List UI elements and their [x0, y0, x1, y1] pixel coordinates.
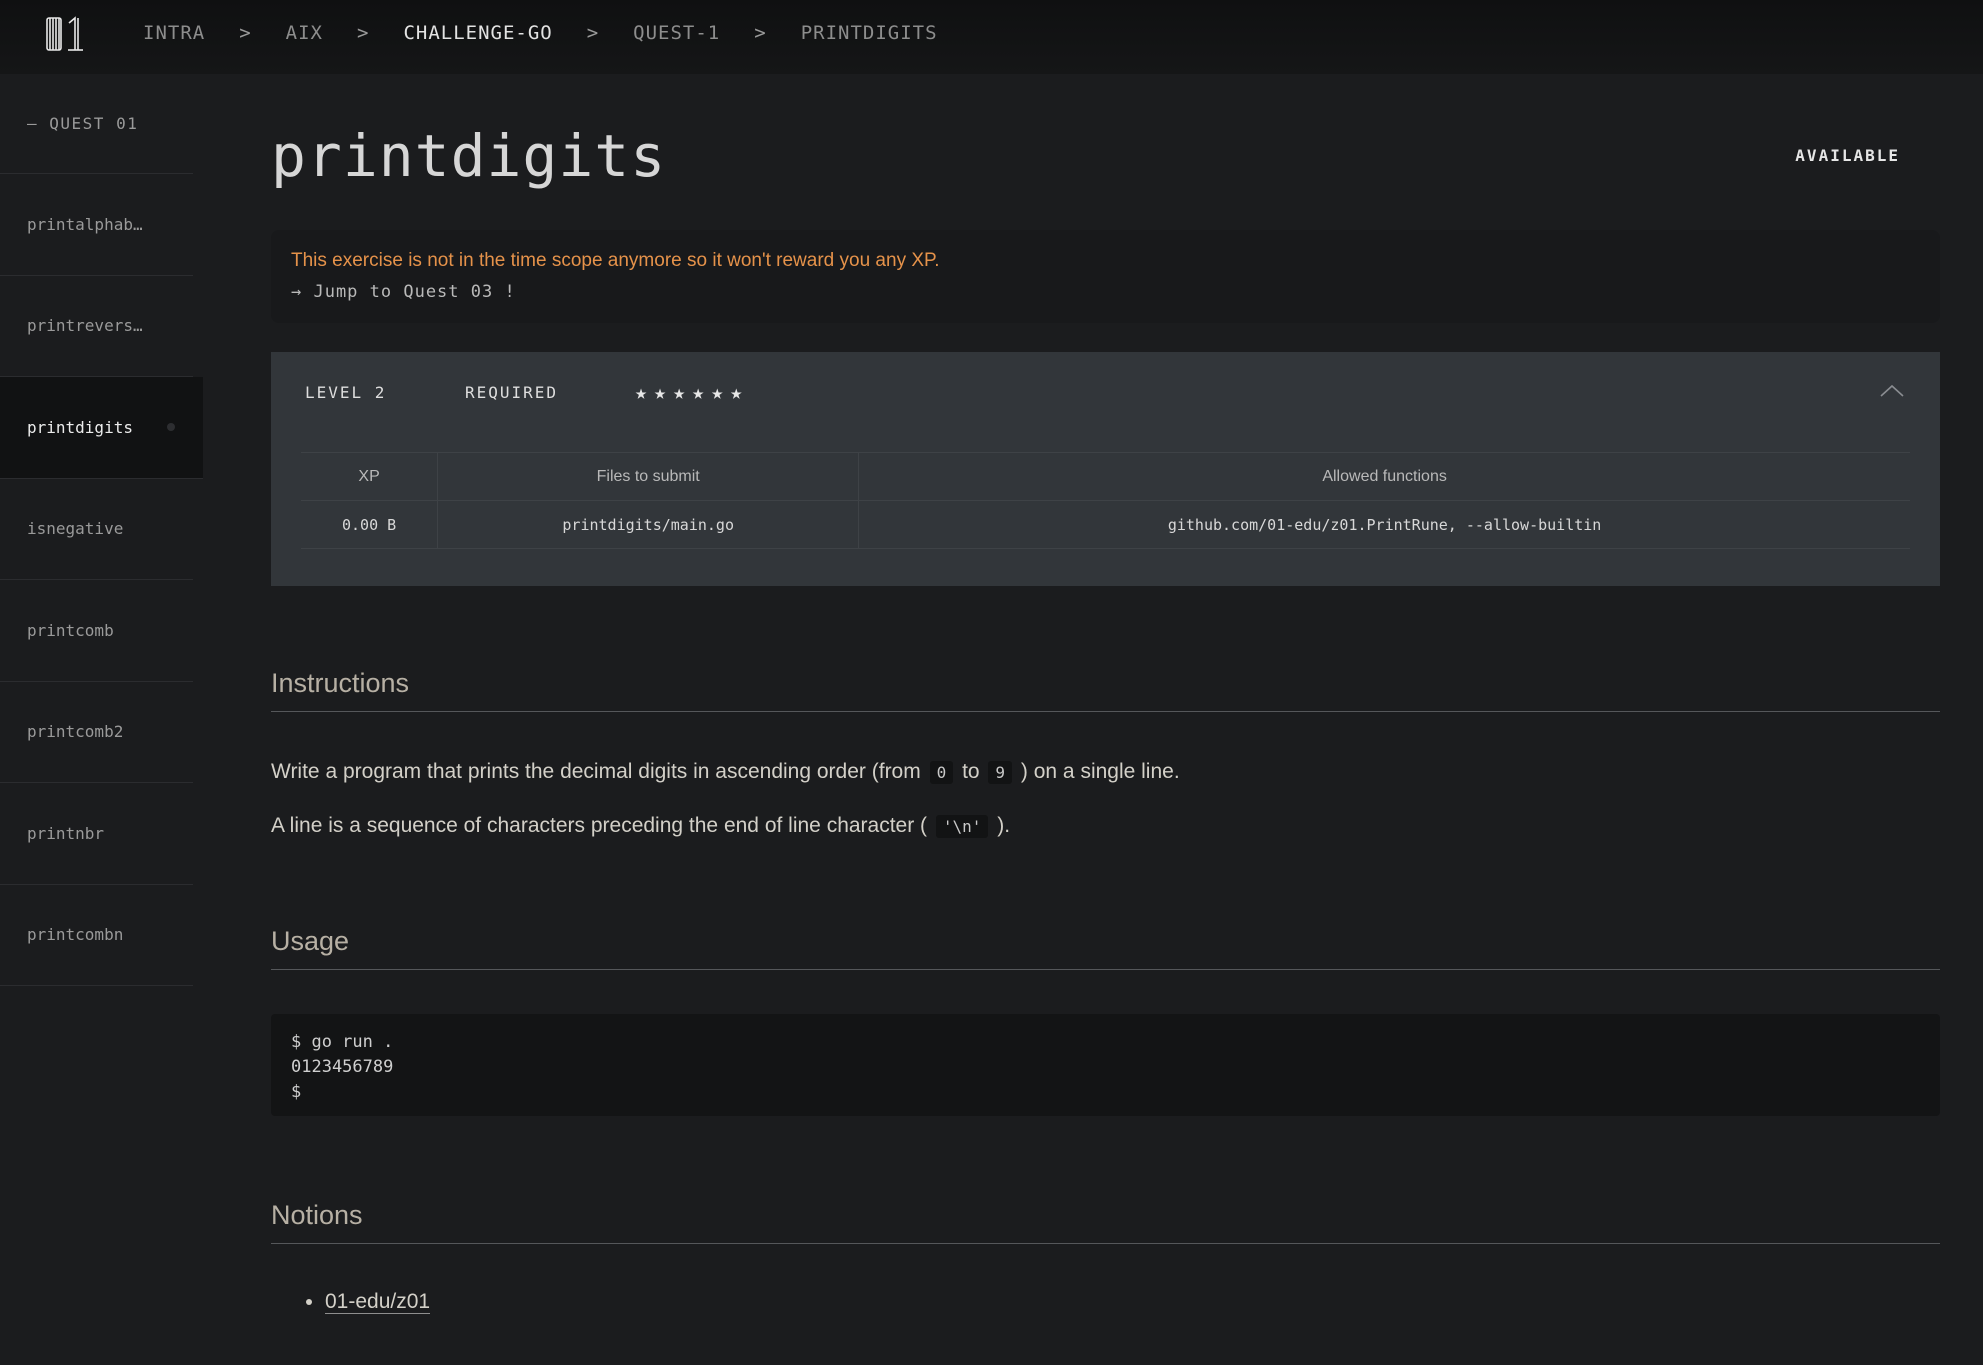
table-header-files: Files to submit	[437, 452, 859, 501]
star-icon: ★	[635, 380, 650, 404]
sidebar-item-printcombn[interactable]: printcombn	[0, 885, 193, 986]
instructions-text: ).	[997, 814, 1011, 837]
inline-code: 9	[988, 761, 1013, 784]
xp-value: 0.00 B	[301, 500, 438, 549]
breadcrumb-separator: >	[586, 22, 600, 44]
sidebar-item-printnbr[interactable]: printnbr	[0, 783, 193, 885]
inline-code: 0	[929, 761, 954, 784]
sidebar-item-label: printcomb	[27, 620, 114, 640]
breadcrumb-separator: >	[239, 22, 252, 44]
star-icon: ★	[654, 380, 669, 404]
breadcrumb: INTRA > AIX > CHALLENGE-GO > QUEST-1 > P…	[143, 22, 938, 44]
table-row: 0.00 B printdigits/main.go github.com/01…	[301, 500, 1910, 549]
instructions-text: ) on a single line.	[1020, 760, 1180, 783]
notion-link[interactable]: 01-edu/z01	[325, 1290, 431, 1314]
star-icon: ★	[711, 380, 726, 404]
star-icon: ★	[692, 380, 707, 404]
active-indicator-dot	[167, 423, 175, 432]
logo-icon[interactable]	[44, 15, 86, 53]
usage-code-block[interactable]: $ go run . 0123456789 $	[271, 1014, 1940, 1116]
difficulty-stars: ★ ★ ★ ★ ★ ★	[635, 382, 744, 402]
instructions-paragraph-1: Write a program that prints the decimal …	[271, 760, 1180, 784]
sidebar-item-printalphabet[interactable]: printalphab…	[0, 174, 193, 276]
code-line: $ go run .	[291, 1032, 394, 1052]
notions-heading: Notions	[271, 1200, 1940, 1244]
sidebar-item-label: printdigits	[27, 417, 133, 437]
top-bar: INTRA > AIX > CHALLENGE-GO > QUEST-1 > P…	[0, 0, 1983, 74]
inline-code: '\n'	[935, 815, 989, 838]
sidebar: — QUEST 01 printalphab… printrevers… pri…	[0, 74, 203, 1365]
page-title: printdigits	[271, 122, 667, 190]
table-header-allowed-functions: Allowed functions	[858, 452, 1910, 501]
exercise-info-panel: LEVEL 2 REQUIRED ★ ★ ★ ★ ★ ★ XP Files to…	[271, 352, 1940, 586]
usage-heading: Usage	[271, 926, 1940, 970]
breadcrumb-separator: >	[356, 22, 370, 44]
status-badge: AVAILABLE	[1795, 146, 1900, 165]
level-label: LEVEL 2	[305, 382, 387, 402]
breadcrumb-aix[interactable]: AIX	[286, 22, 323, 44]
breadcrumb-challenge-go[interactable]: CHALLENGE-GO	[403, 22, 552, 44]
sidebar-item-label: printrevers…	[27, 316, 143, 336]
breadcrumb-printdigits[interactable]: PRINTDIGITS	[801, 22, 938, 44]
sidebar-item-label: printcombn	[27, 925, 124, 945]
notions-list: 01-edu/z01	[299, 1290, 431, 1314]
instructions-text: Write a program that prints the decimal …	[271, 760, 921, 783]
table-header-xp: XP	[301, 452, 438, 501]
star-icon: ★	[730, 380, 745, 404]
required-label: REQUIRED	[465, 382, 559, 402]
sidebar-section-quest-01[interactable]: — QUEST 01	[0, 74, 193, 174]
breadcrumb-separator: >	[754, 22, 767, 44]
files-value: printdigits/main.go	[437, 500, 859, 549]
code-line: $	[291, 1082, 302, 1102]
instructions-heading: Instructions	[271, 668, 1940, 712]
notice-warning-text: This exercise is not in the time scope a…	[291, 250, 940, 271]
sidebar-item-isnegative[interactable]: isnegative	[0, 479, 193, 580]
code-line: 0123456789	[291, 1057, 394, 1077]
breadcrumb-quest-1[interactable]: QUEST-1	[633, 22, 720, 44]
sidebar-item-label: printnbr	[27, 823, 105, 843]
instructions-text: to	[962, 760, 980, 783]
time-scope-notice: This exercise is not in the time scope a…	[271, 230, 1940, 323]
sidebar-item-printcomb[interactable]: printcomb	[0, 580, 193, 682]
sidebar-item-label: printalphab…	[27, 214, 143, 234]
sidebar-item-printcomb2[interactable]: printcomb2	[0, 682, 193, 783]
sidebar-item-label: isnegative	[27, 519, 124, 539]
sidebar-item-printdigits[interactable]: printdigits	[0, 377, 203, 479]
table-header-row: XP Files to submit Allowed functions	[301, 452, 1910, 501]
exercise-info-table: XP Files to submit Allowed functions 0.0…	[301, 452, 1910, 549]
instructions-paragraph-2: A line is a sequence of characters prece…	[271, 814, 1010, 838]
jump-to-quest-link[interactable]: → Jump to Quest 03 !	[291, 282, 1920, 302]
instructions-text: A line is a sequence of characters prece…	[271, 814, 928, 837]
sidebar-item-label: printcomb2	[27, 722, 124, 742]
sidebar-item-printreverse[interactable]: printrevers…	[0, 276, 193, 377]
breadcrumb-intra[interactable]: INTRA	[143, 22, 205, 44]
star-icon: ★	[673, 380, 688, 404]
chevron-up-icon[interactable]	[1878, 380, 1906, 400]
list-item: 01-edu/z01	[325, 1290, 431, 1314]
allowed-functions-value: github.com/01-edu/z01.PrintRune, --allow…	[858, 500, 1910, 549]
exercise-info-header: LEVEL 2 REQUIRED ★ ★ ★ ★ ★ ★	[305, 382, 744, 402]
